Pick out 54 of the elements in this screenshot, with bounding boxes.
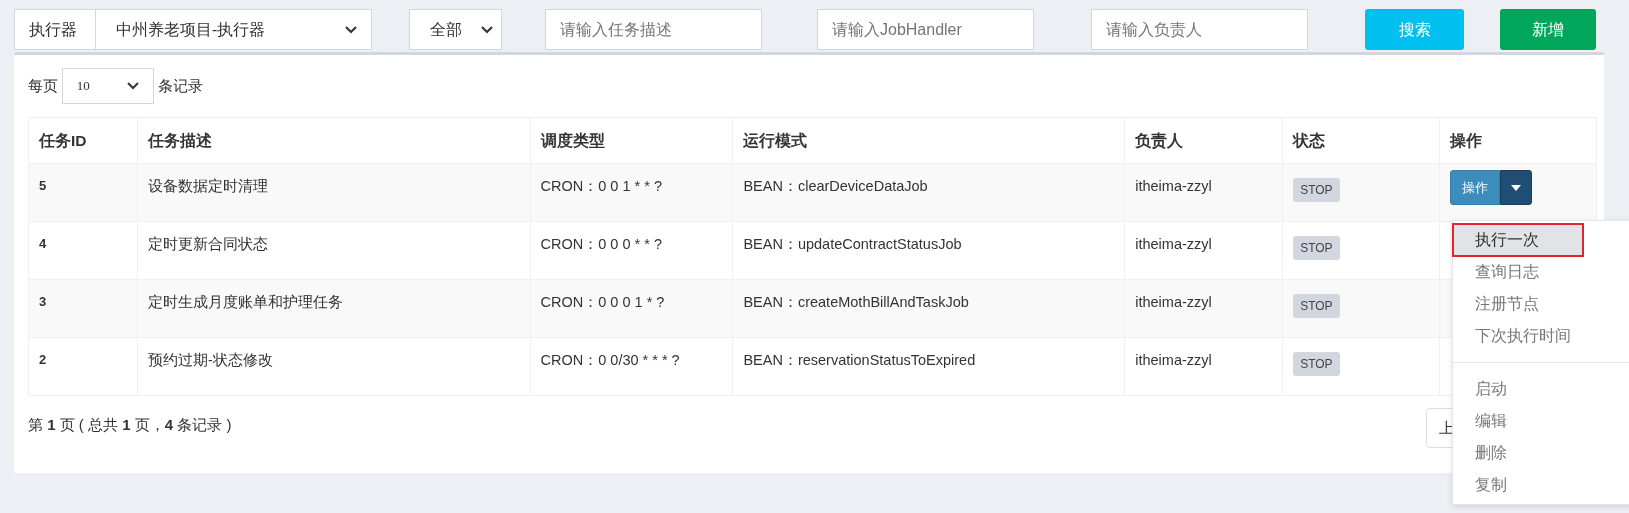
table-cell: BEAN：reservationStatusToExpired: [732, 337, 1125, 396]
column-header: 任务描述: [137, 117, 531, 164]
add-button[interactable]: 新增: [1500, 9, 1596, 50]
chevron-down-icon: [481, 25, 493, 34]
caret-icon: [1511, 184, 1522, 191]
column-header: 状态: [1282, 117, 1440, 164]
table-cell: CRON：0 0 0 1 * ?: [530, 279, 733, 338]
dropdown-toggle-button[interactable]: [1500, 170, 1533, 205]
menu-item[interactable]: 查询日志: [1453, 256, 1629, 288]
column-header: 调度类型: [530, 117, 733, 164]
table-cell: CRON：0 0 1 * * ?: [530, 163, 733, 222]
menu-item[interactable]: 下次执行时间: [1453, 320, 1629, 352]
status-badge: STOP: [1293, 236, 1340, 260]
table-cell: 3: [28, 279, 138, 338]
column-header: 负责人: [1124, 117, 1283, 164]
action-button[interactable]: 操作: [1450, 170, 1501, 205]
status-badge: STOP: [1293, 178, 1340, 202]
table-cell: CRON：0 0/30 * * * ?: [530, 337, 733, 396]
chevron-down-icon: [345, 25, 357, 34]
table-cell: 定时更新合同状态: [137, 221, 531, 280]
menu-item[interactable]: 启动: [1453, 373, 1629, 405]
status-select[interactable]: 全部: [409, 9, 502, 50]
table-cell: 定时生成月度账单和护理任务: [137, 279, 531, 338]
page-size-select[interactable]: 10: [61, 68, 154, 104]
table-cell: BEAN：createMothBillAndTaskJob: [732, 279, 1125, 338]
status-badge: STOP: [1293, 294, 1340, 318]
pagination-info: 第 1 页 ( 总共 1 页，4 条记录 ): [28, 415, 232, 435]
table-cell: 2: [28, 337, 138, 396]
table-cell: 5: [28, 163, 138, 222]
table-cell: itheima-zzyl: [1124, 337, 1283, 396]
records-label: 条记录: [157, 75, 203, 96]
table-cell: 设备数据定时清理: [137, 163, 531, 222]
table-cell: itheima-zzyl: [1124, 163, 1283, 222]
menu-item[interactable]: 注册节点: [1453, 288, 1629, 320]
table-cell: CRON：0 0 0 * * ?: [530, 221, 733, 280]
menu-item[interactable]: 执行一次: [1453, 224, 1583, 256]
column-header: 操作: [1439, 117, 1597, 164]
job-handler-field[interactable]: 请输入JobHandler: [817, 9, 1034, 50]
chevron-down-icon: [126, 82, 139, 90]
menu-item[interactable]: 复制: [1453, 469, 1629, 501]
status-badge: STOP: [1293, 352, 1340, 376]
table-cell: BEAN：clearDeviceDataJob: [732, 163, 1125, 222]
owner-field[interactable]: 请输入负责人: [1091, 9, 1308, 50]
table-cell: itheima-zzyl: [1124, 221, 1283, 280]
executor-label: 执行器: [14, 9, 96, 50]
executor-select[interactable]: 中州养老项目-执行器: [96, 9, 372, 50]
task-description-field[interactable]: 请输入任务描述: [545, 9, 762, 50]
page-size-label: 每页: [28, 75, 58, 96]
table-cell: 预约过期-状态修改: [137, 337, 531, 396]
table-cell: itheima-zzyl: [1124, 279, 1283, 338]
column-header: 任务ID: [28, 117, 138, 164]
column-header: 运行模式: [732, 117, 1125, 164]
table-cell: 4: [28, 221, 138, 280]
table-cell: BEAN：updateContractStatusJob: [732, 221, 1125, 280]
